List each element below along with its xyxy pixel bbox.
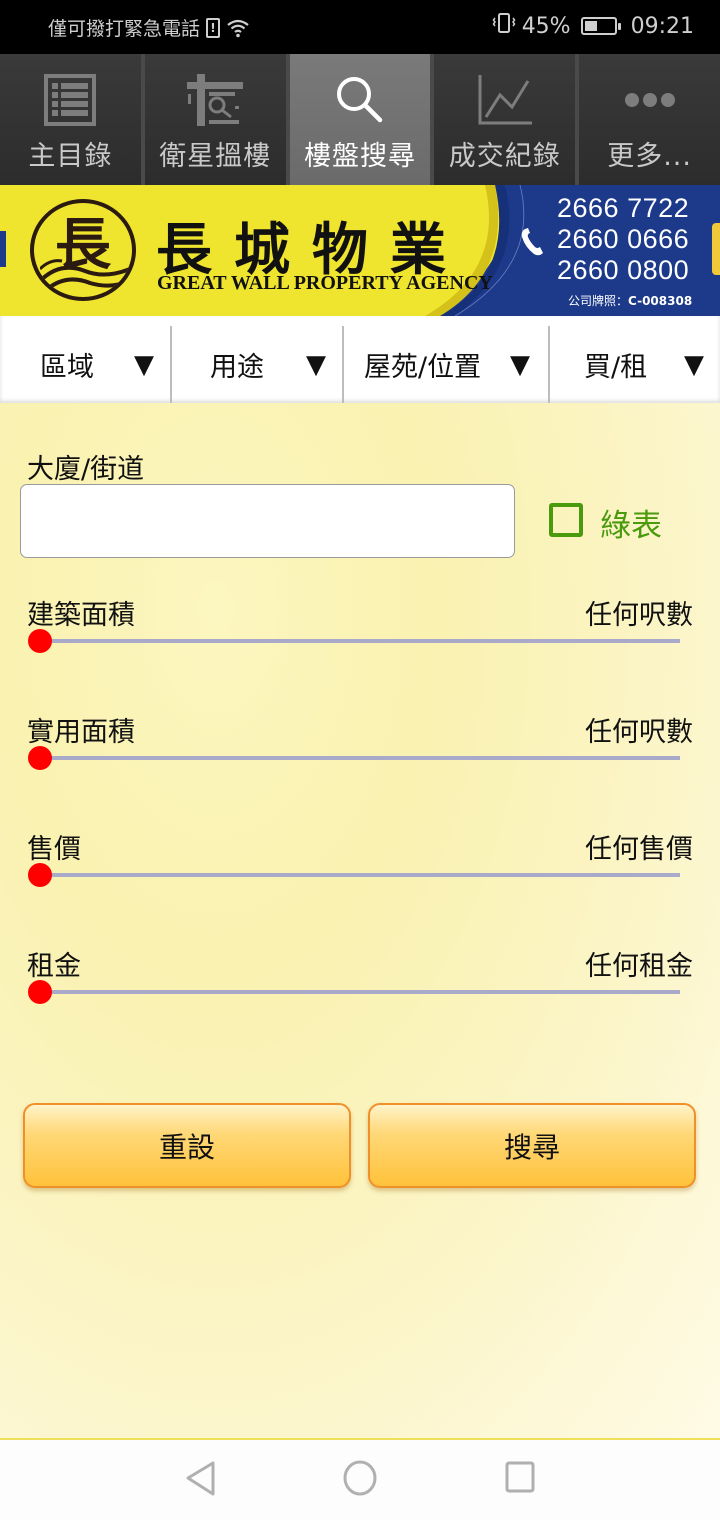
phone-numbers: 2666 7722 2660 0666 2660 0800: [557, 193, 689, 286]
slider-thumb[interactable]: [28, 863, 52, 887]
license-number: C-008308: [628, 294, 693, 308]
slider-thumb[interactable]: [28, 746, 52, 770]
phone-icon: [521, 228, 543, 256]
tab-label: 更多...: [607, 141, 692, 172]
battery-fill: [584, 21, 598, 31]
slider-rent: 租金 任何租金: [0, 944, 720, 1024]
tab-property-search[interactable]: 樓盤搜尋: [289, 54, 435, 185]
battery-percent: 45%: [521, 13, 571, 39]
tab-main-menu[interactable]: 主目錄: [0, 54, 145, 185]
company-logo: 長: [30, 199, 136, 301]
slider-track[interactable]: [38, 873, 680, 877]
search-button[interactable]: 搜尋: [368, 1103, 696, 1188]
search-form: 大廈/街道 綠表 建築面積 任何呎數 實用面積 任何呎數 售價 任何售價 租金 …: [0, 403, 720, 1439]
building-street-label: 大廈/街道: [27, 454, 145, 485]
vibrate-icon: [492, 12, 516, 40]
more-dots-icon: [620, 70, 680, 130]
filter-estate-location[interactable]: 屋苑/位置 ▼: [344, 326, 550, 403]
logo-waves-icon: [40, 259, 130, 291]
phone-number[interactable]: 2660 0666: [557, 224, 689, 255]
slider-value: 任何呎數: [585, 600, 693, 631]
recents-square-icon[interactable]: [500, 1458, 540, 1498]
banner-right-edge: [712, 223, 720, 275]
license-label: 公司牌照：: [568, 294, 629, 308]
dropdown-arrow-icon: ▼: [134, 349, 154, 380]
tab-label: 主目錄: [28, 141, 113, 172]
slider-gross-area: 建築面積 任何呎數: [0, 593, 720, 673]
filter-bar: 區域 ▼ 用途 ▼ 屋苑/位置 ▼ 買/租 ▼: [0, 316, 720, 403]
system-nav-bar: [0, 1440, 720, 1520]
tab-label: 衛星搵樓: [159, 141, 272, 172]
filter-label: 買/租: [584, 352, 648, 383]
slider-thumb[interactable]: [28, 980, 52, 1004]
slider-label: 實用面積: [27, 717, 135, 748]
list-icon: [40, 70, 100, 130]
tab-label: 成交紀錄: [448, 141, 561, 172]
slider-label: 租金: [27, 951, 81, 982]
filter-buy-rent[interactable]: 買/租 ▼: [550, 326, 720, 403]
green-form-checkbox[interactable]: [549, 503, 583, 537]
sim-alert-icon: !: [206, 17, 221, 38]
reset-button[interactable]: 重設: [23, 1103, 351, 1188]
tab-satellite-search[interactable]: 衛星搵樓: [144, 54, 290, 185]
building-street-input[interactable]: [20, 484, 515, 558]
search-icon: [330, 70, 390, 130]
top-nav: 主目錄 衛星搵樓 樓盤搜尋 成交紀錄 更多...: [0, 54, 720, 185]
banner-left-edge: [0, 231, 6, 267]
slider-label: 售價: [27, 834, 81, 865]
line-chart-icon: [475, 70, 535, 130]
status-bar: 僅可撥打緊急電話 ! 45% 09:21: [0, 0, 720, 54]
phone-number[interactable]: 2660 0800: [557, 255, 689, 286]
battery-icon: [580, 17, 621, 35]
tab-label: 樓盤搜尋: [303, 141, 416, 172]
carrier-text: 僅可撥打緊急電話: [48, 18, 201, 40]
slider-label: 建築面積: [27, 600, 135, 631]
filter-label: 用途: [210, 352, 264, 383]
slider-value: 任何租金: [585, 951, 693, 982]
green-form-label[interactable]: 綠表: [600, 500, 662, 545]
phone-number[interactable]: 2666 7722: [557, 193, 689, 224]
filter-label: 區域: [40, 352, 94, 383]
filter-usage[interactable]: 用途 ▼: [172, 326, 344, 403]
back-triangle-icon[interactable]: [180, 1458, 220, 1498]
tab-more[interactable]: 更多...: [579, 54, 720, 185]
home-circle-icon[interactable]: [340, 1458, 380, 1498]
clock: 09:21: [630, 13, 694, 39]
filter-label: 屋苑/位置: [364, 352, 482, 383]
dropdown-arrow-icon: ▼: [684, 349, 704, 380]
slider-track[interactable]: [38, 639, 680, 643]
slider-thumb[interactable]: [28, 629, 52, 653]
filter-district[interactable]: 區域 ▼: [0, 326, 172, 403]
brand-name-english: GREAT WALL PROPERTY AGENCY: [157, 272, 493, 294]
company-banner[interactable]: 長 長城物業 GREAT WALL PROPERTY AGENCY 2666 7…: [0, 185, 720, 316]
slider-saleable-area: 實用面積 任何呎數: [0, 710, 720, 790]
satellite-search-icon: [185, 70, 245, 130]
slider-value: 任何呎數: [585, 717, 693, 748]
dropdown-arrow-icon: ▼: [510, 349, 530, 380]
slider-track[interactable]: [38, 756, 680, 760]
slider-sale-price: 售價 任何售價: [0, 827, 720, 907]
slider-track[interactable]: [38, 990, 680, 994]
company-license: 公司牌照：C-008308: [568, 292, 692, 309]
wifi-icon: [226, 18, 250, 38]
dropdown-arrow-icon: ▼: [306, 349, 326, 380]
slider-value: 任何售價: [585, 834, 693, 865]
tab-transaction-records[interactable]: 成交紀錄: [434, 54, 580, 185]
